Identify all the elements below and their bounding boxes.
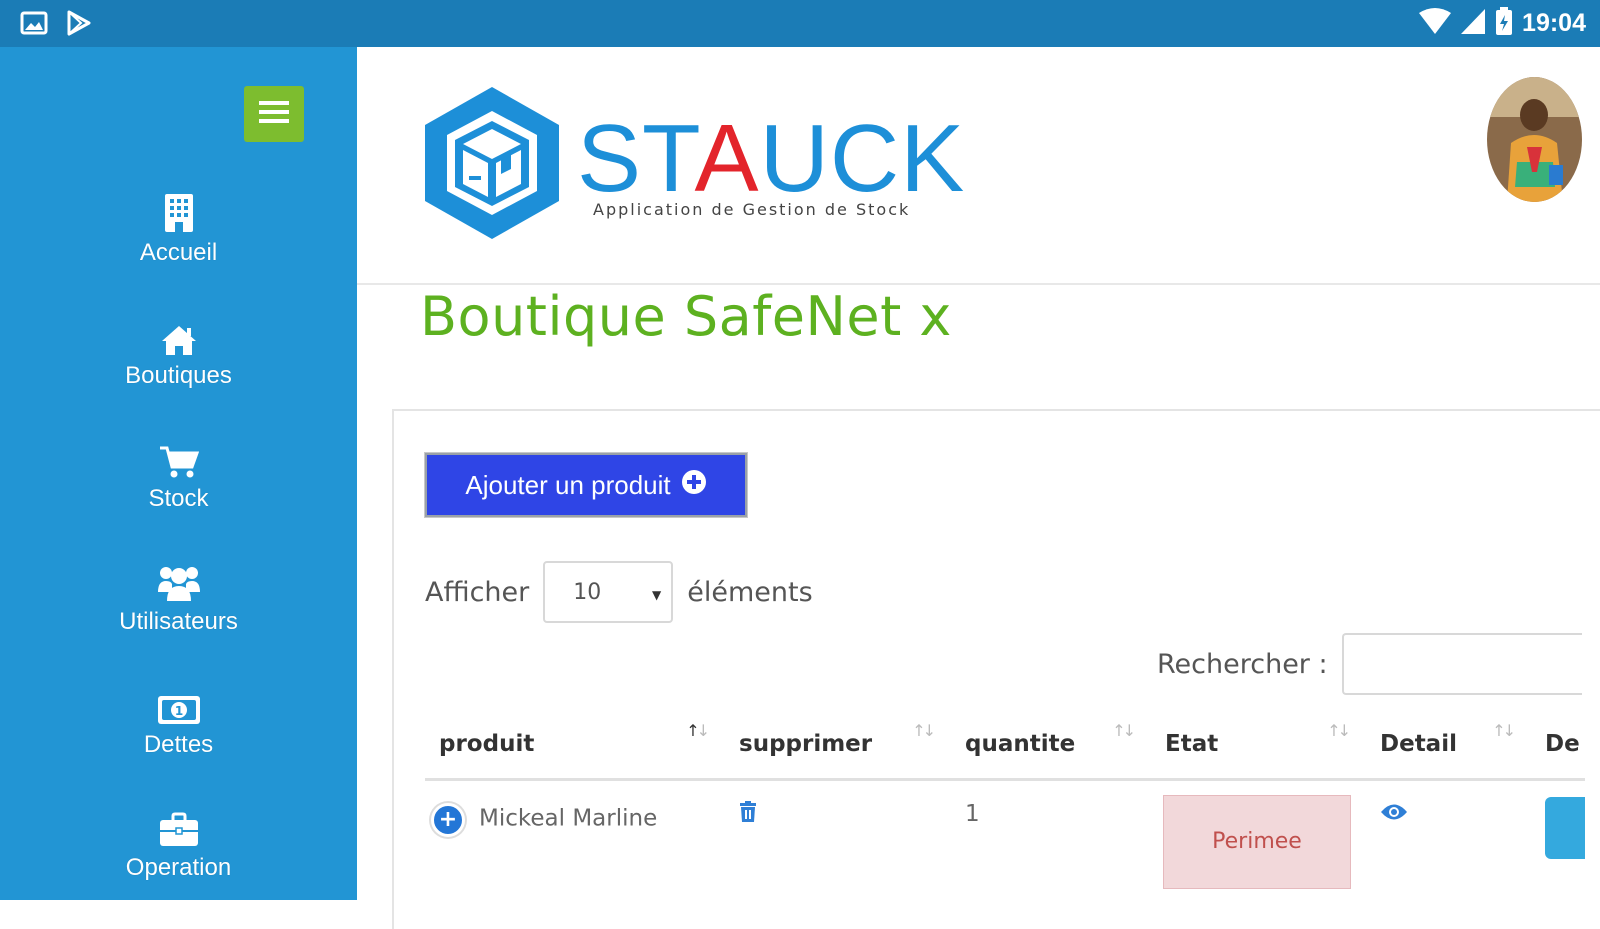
svg-text:1: 1 xyxy=(174,704,182,718)
row-action-button[interactable] xyxy=(1545,796,1585,859)
users-icon xyxy=(156,558,202,602)
quantity-value: 1 xyxy=(965,800,980,827)
column-header-quantite[interactable]: quantite ↑↓ xyxy=(951,711,1151,781)
page-length-select[interactable]: 10 ▼ xyxy=(543,561,674,623)
sidebar-item-label: Utilisateurs xyxy=(119,608,238,635)
header: STAUCK Application de Gestion de Stock xyxy=(357,47,1600,285)
add-product-button[interactable]: Ajouter un produit xyxy=(425,453,747,517)
signal-icon xyxy=(1460,7,1486,39)
sort-icon: ↑↓ xyxy=(1327,721,1351,740)
column-header-produit[interactable]: produit ↑↓ xyxy=(425,711,725,781)
cell-produit: + Mickeal Marline xyxy=(425,779,725,891)
sidebar-item-label: Accueil xyxy=(139,239,218,266)
battery-icon xyxy=(1494,6,1514,40)
page-title: Boutique SafeNet x xyxy=(420,285,952,348)
products-table: produit ↑↓ supprimer ↑↓ quantite ↑↓ Etat… xyxy=(425,711,1585,891)
table-row: + Mickeal Marline 1 Perimee xyxy=(425,779,1585,891)
sidebar-item-stock[interactable]: Stock xyxy=(0,435,357,558)
gallery-icon xyxy=(20,10,48,40)
sort-icon: ↑↓ xyxy=(912,721,936,740)
caret-down-icon: ▼ xyxy=(652,588,662,602)
table-header-row: produit ↑↓ supprimer ↑↓ quantite ↑↓ Etat… xyxy=(425,711,1585,781)
cell-supprimer xyxy=(725,779,951,891)
search-control: Rechercher : xyxy=(1157,633,1582,695)
sidebar-item-dettes[interactable]: 1 Dettes xyxy=(0,681,357,804)
sidebar-item-label: Stock xyxy=(148,485,209,512)
menu-toggle-button[interactable] xyxy=(244,86,304,142)
sidebar-item-label: Operation xyxy=(125,854,232,881)
page-length-control: Afficher 10 ▼ éléments xyxy=(425,561,813,623)
brand-name: STAUCK xyxy=(577,105,966,212)
page-length-value: 10 xyxy=(573,579,602,605)
cell-etat: Perimee xyxy=(1151,779,1366,891)
money-icon: 1 xyxy=(157,681,201,725)
sidebar-item-utilisateurs[interactable]: Utilisateurs xyxy=(0,558,357,681)
sidebar-item-boutiques[interactable]: Boutiques xyxy=(0,312,357,435)
cell-quantite: 1 xyxy=(951,779,1151,891)
sidebar-nav: Accueil Boutiques Stock Utilisateurs 1 D… xyxy=(0,189,357,927)
sidebar-item-accueil[interactable]: Accueil xyxy=(0,189,357,312)
clock: 19:04 xyxy=(1522,8,1586,37)
sort-icon: ↑↓ xyxy=(1492,721,1516,740)
briefcase-icon xyxy=(159,804,199,848)
plus-circle-icon xyxy=(681,469,707,502)
main-content: STAUCK Application de Gestion de Stock B… xyxy=(357,47,1600,929)
brand-tagline: Application de Gestion de Stock xyxy=(593,200,911,219)
hamburger-icon xyxy=(259,99,289,129)
column-header-cut[interactable]: De xyxy=(1531,711,1585,781)
eye-icon[interactable] xyxy=(1380,801,1408,827)
cell-detail xyxy=(1366,779,1531,891)
sidebar-item-label: Boutiques xyxy=(125,362,232,389)
sort-asc-icon: ↑↓ xyxy=(686,721,710,740)
play-store-icon xyxy=(66,10,92,40)
sidebar: Accueil Boutiques Stock Utilisateurs 1 D… xyxy=(0,47,357,900)
expand-row-icon[interactable]: + xyxy=(431,802,465,837)
wifi-icon xyxy=(1418,7,1452,39)
search-input[interactable] xyxy=(1341,633,1582,695)
search-label: Rechercher : xyxy=(1157,648,1328,680)
add-product-label: Ajouter un produit xyxy=(465,469,671,500)
sidebar-item-label: Dettes xyxy=(143,731,214,758)
length-label-after: éléments xyxy=(687,576,813,608)
cart-icon xyxy=(159,435,199,479)
products-card: Ajouter un produit Afficher 10 ▼ élément… xyxy=(392,409,1600,929)
length-label-before: Afficher xyxy=(425,576,530,608)
column-header-detail[interactable]: Detail ↑↓ xyxy=(1366,711,1531,781)
building-icon xyxy=(163,189,195,233)
sidebar-item-operation[interactable]: Operation xyxy=(0,804,357,927)
sort-icon: ↑↓ xyxy=(1112,721,1136,740)
column-header-supprimer[interactable]: supprimer ↑↓ xyxy=(725,711,951,781)
avatar[interactable] xyxy=(1487,77,1582,202)
status-badge: Perimee xyxy=(1163,794,1351,889)
product-name: Mickeal Marline xyxy=(479,805,658,831)
status-bar: 19:04 xyxy=(0,0,1600,47)
logo-icon xyxy=(419,83,565,247)
trash-icon[interactable] xyxy=(739,800,757,829)
cell-action xyxy=(1531,779,1585,891)
home-icon xyxy=(160,312,198,356)
column-header-etat[interactable]: Etat ↑↓ xyxy=(1151,711,1366,781)
